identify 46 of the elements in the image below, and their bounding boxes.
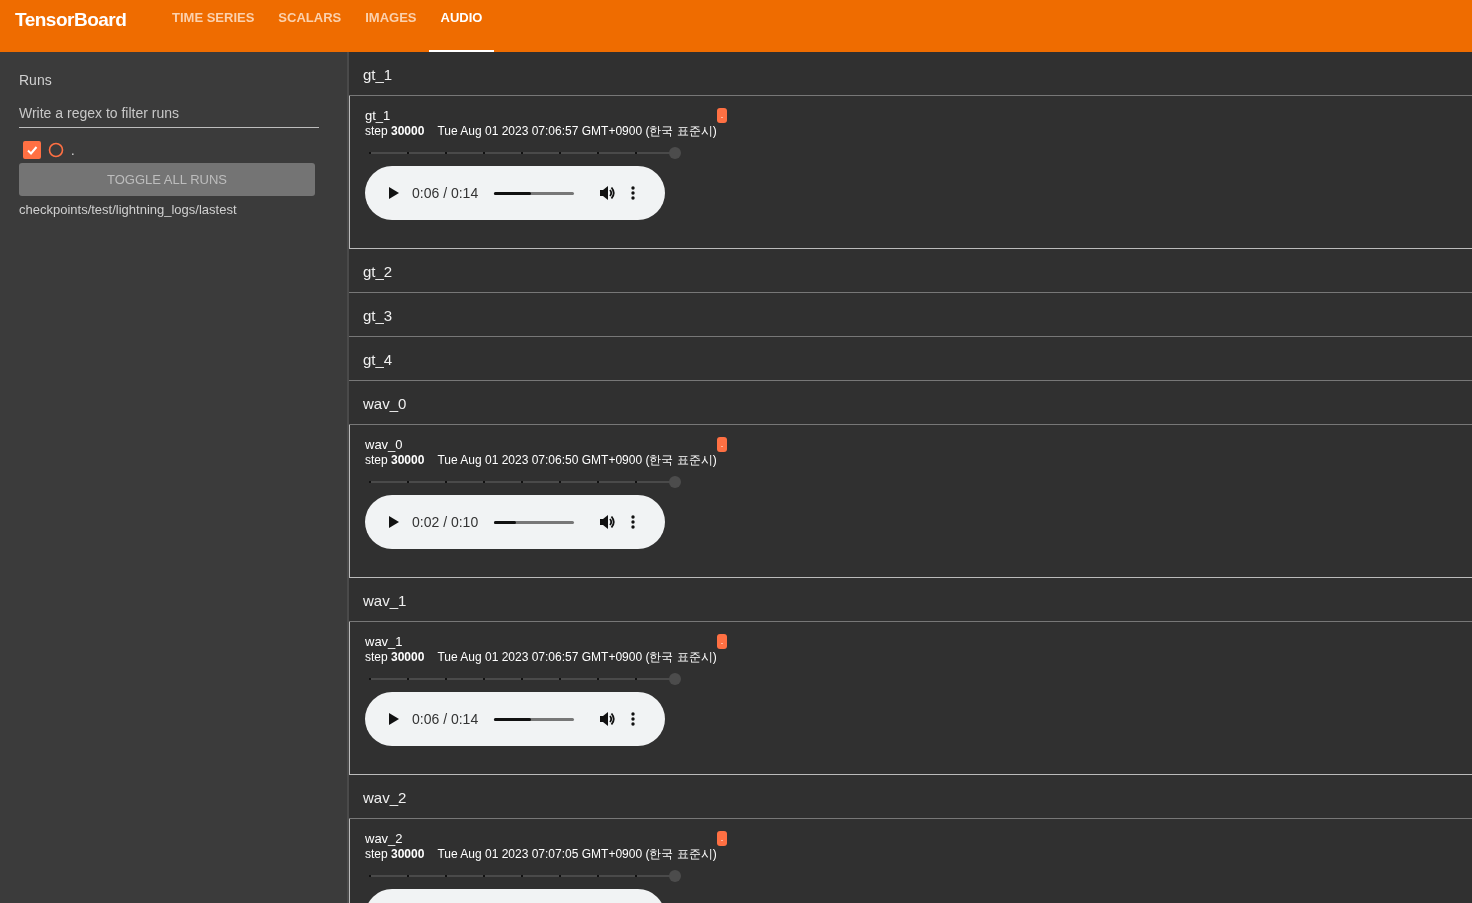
progress-bar[interactable]: [494, 520, 575, 524]
playback-time: 0:06 / 0:14: [412, 185, 479, 201]
progress-bar[interactable]: [494, 191, 575, 195]
run-name: .: [71, 142, 75, 158]
card-title: wav_2: [365, 831, 404, 846]
step-label: step 30000: [365, 124, 425, 138]
playback-time: 0:02 / 0:10: [412, 514, 479, 530]
group-header[interactable]: wav_1: [349, 578, 1472, 622]
volume-icon[interactable]: [598, 184, 617, 202]
step-label: step 30000: [365, 847, 425, 861]
group-header[interactable]: gt_4: [349, 337, 1472, 381]
play-icon[interactable]: [386, 186, 400, 200]
run-badge: .: [716, 437, 728, 452]
run-badge: .: [716, 831, 728, 846]
section-heading: Runs: [19, 72, 52, 88]
volume-icon[interactable]: [598, 513, 617, 531]
timestamp: Tue Aug 01 2023 07:06:57 GMT+0900 (한국 표준시): [437, 649, 717, 666]
play-icon[interactable]: [386, 515, 400, 529]
timestamp: Tue Aug 01 2023 07:06:50 GMT+0900 (한국 표준시): [437, 452, 717, 469]
timestamp: Tue Aug 01 2023 07:06:57 GMT+0900 (한국 표준시): [437, 123, 717, 140]
more-icon[interactable]: [630, 185, 637, 201]
group-header[interactable]: gt_2: [349, 249, 1472, 293]
run-checkbox[interactable]: [23, 141, 41, 159]
card-title: wav_0: [365, 437, 404, 452]
check-icon: [26, 144, 38, 156]
play-icon[interactable]: [386, 712, 400, 726]
run-path: checkpoints/test/lightning_logs/lastest: [19, 202, 237, 217]
run-badge: .: [716, 634, 728, 649]
progress-bar[interactable]: [494, 717, 575, 721]
timestamp: Tue Aug 01 2023 07:07:05 GMT+0900 (한국 표준시): [437, 846, 717, 863]
app-title: TensorBoard: [14, 8, 128, 32]
playback-time: 0:06 / 0:14: [412, 711, 479, 727]
step-label: step 30000: [365, 650, 425, 664]
group-header[interactable]: wav_2: [349, 775, 1472, 819]
group-header[interactable]: gt_3: [349, 293, 1472, 337]
color-dot-icon[interactable]: [48, 142, 64, 158]
volume-icon[interactable]: [598, 710, 617, 728]
more-icon[interactable]: [630, 711, 637, 727]
card-title: gt_1: [365, 108, 392, 123]
group-header[interactable]: gt_1: [349, 52, 1472, 96]
more-icon[interactable]: [630, 514, 637, 530]
group-header[interactable]: wav_0: [349, 381, 1472, 425]
step-label: step 30000: [365, 453, 425, 467]
run-badge: .: [716, 108, 728, 123]
card-title: wav_1: [365, 634, 404, 649]
filter-field[interactable]: Write a regex to filter runs: [19, 101, 319, 128]
